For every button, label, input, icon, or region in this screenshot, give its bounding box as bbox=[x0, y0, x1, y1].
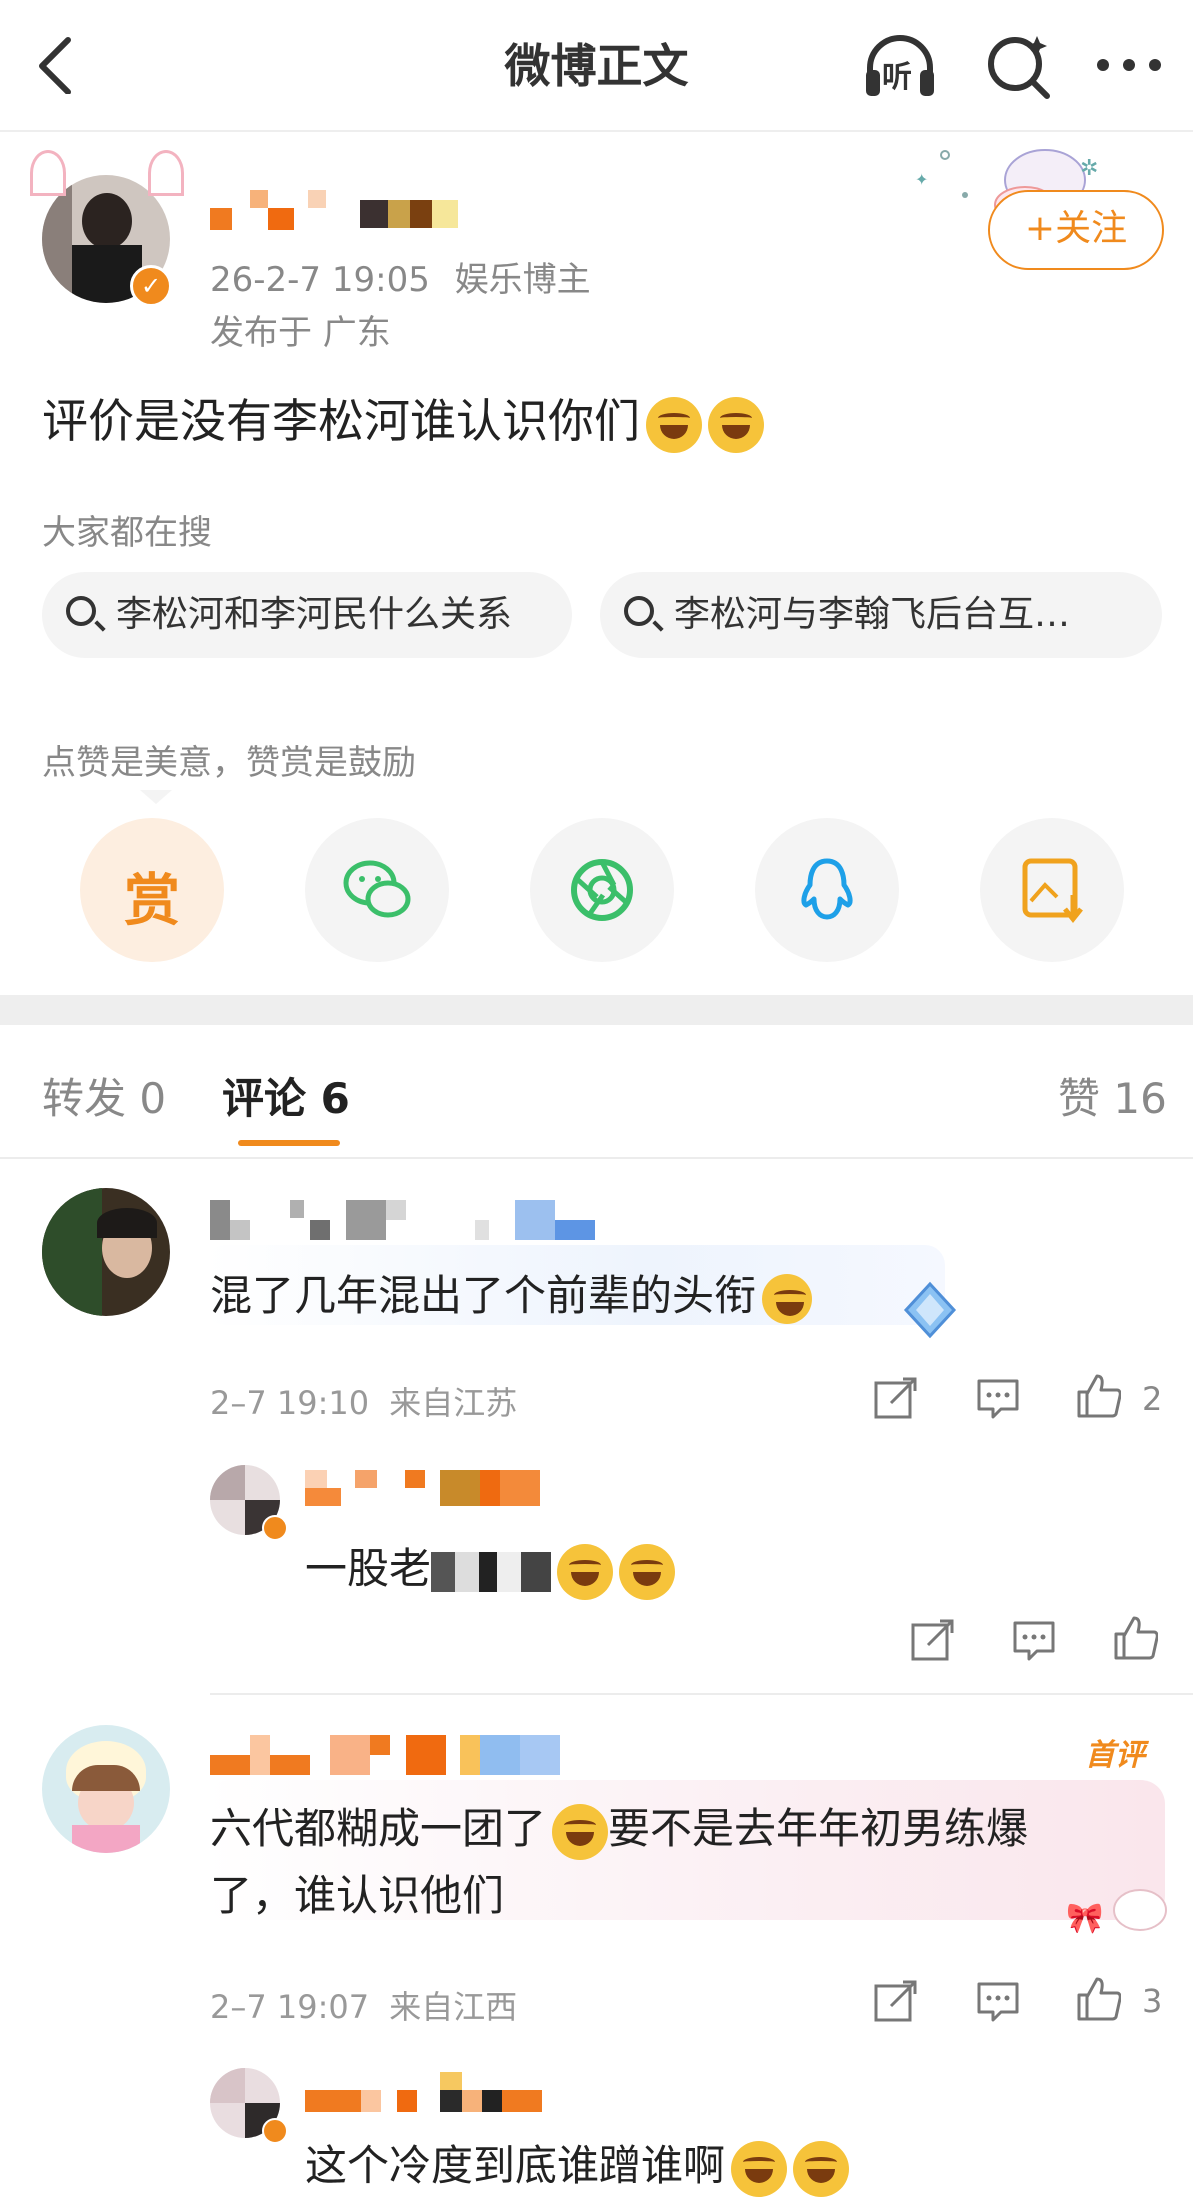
more-icon[interactable] bbox=[1095, 55, 1165, 75]
follow-button[interactable]: +关注 bbox=[988, 190, 1164, 270]
chip-label: 李松河和李河民什么关系 bbox=[116, 594, 513, 635]
post-location: 发布于 广东 bbox=[210, 313, 391, 353]
comment-time: 2–7 19:07 bbox=[210, 1988, 370, 2026]
moments-icon bbox=[571, 859, 633, 921]
tabs-divider bbox=[0, 1157, 1193, 1159]
crying-emoji-icon bbox=[552, 1803, 609, 1860]
reply-text-content: 这个冷度到底谁蹭谁啊 bbox=[305, 2141, 726, 2190]
bunny-ear-right bbox=[148, 150, 184, 196]
post-meta: 26-2-7 19:05 娱乐博主 bbox=[210, 252, 591, 301]
laugh-cry-emoji-icon bbox=[619, 1543, 676, 1600]
reply-icon[interactable] bbox=[1011, 1617, 1057, 1663]
like-icon[interactable] bbox=[1075, 1372, 1121, 1418]
post-time: 26-2-7 19:05 bbox=[210, 260, 430, 300]
verified-badge-icon: ✓ bbox=[130, 265, 172, 307]
svg-text:✦: ✦ bbox=[915, 170, 928, 189]
first-comment-badge: 首评 bbox=[1085, 1738, 1145, 1773]
diamond-icon bbox=[903, 1281, 957, 1339]
verified-badge-icon bbox=[262, 1515, 288, 1541]
laugh-cry-emoji-icon bbox=[557, 1543, 614, 1600]
comment-text-content: 混了几年混出了个前辈的头衔 bbox=[210, 1271, 757, 1320]
author-name-pixelated[interactable] bbox=[210, 190, 460, 230]
search-icon bbox=[66, 596, 96, 626]
like-count: 2 bbox=[1142, 1380, 1163, 1418]
svg-text:✲: ✲ bbox=[1080, 156, 1098, 181]
commenter-avatar[interactable] bbox=[42, 1188, 170, 1316]
reply-text: 一股老 bbox=[305, 1535, 676, 1600]
hint-pointer bbox=[140, 790, 172, 804]
repost-icon[interactable] bbox=[873, 1978, 919, 2024]
post-text: 评价是没有李松河谁认识你们 bbox=[42, 385, 764, 453]
save-image-icon bbox=[1022, 858, 1083, 924]
like-icon[interactable] bbox=[1112, 1614, 1158, 1660]
laugh-cry-emoji-icon bbox=[646, 396, 702, 453]
tab-indicator bbox=[238, 1140, 340, 1146]
tab-repost[interactable]: 转发 0 bbox=[42, 1065, 166, 1126]
pixelated-text-icon bbox=[431, 1551, 552, 1592]
sticker-decoration-icon: 🎀 bbox=[1066, 1889, 1167, 1936]
like-icon[interactable] bbox=[1075, 1975, 1121, 2021]
top-bar: 微博正文 听 bbox=[0, 0, 1193, 132]
commenter-name-pixelated[interactable] bbox=[210, 1735, 630, 1775]
hot-search-chip[interactable]: 李松河和李河民什么关系 bbox=[42, 572, 572, 658]
commenter-avatar[interactable] bbox=[42, 1725, 170, 1853]
chip-label: 李松河与李翰飞后台互… bbox=[674, 594, 1071, 635]
reward-icon: 赏 bbox=[124, 869, 180, 934]
laugh-cry-emoji-icon bbox=[793, 2140, 850, 2197]
comment-time: 2–7 19:10 bbox=[210, 1384, 370, 1422]
comment-text-part: 要不是去年年初男练爆 bbox=[608, 1804, 1029, 1853]
comment-location: 来自江西 bbox=[389, 1988, 518, 2026]
reply-icon[interactable] bbox=[975, 1978, 1021, 2024]
search-icon bbox=[624, 596, 654, 626]
search-icon[interactable] bbox=[985, 32, 1055, 102]
author-tag: 娱乐博主 bbox=[454, 260, 591, 300]
hot-search-chip[interactable]: 李松河与李翰飞后台互… bbox=[600, 572, 1162, 658]
listen-button[interactable]: 听 bbox=[860, 30, 934, 100]
reply-name-pixelated[interactable] bbox=[305, 2072, 565, 2112]
bunny-ear-left bbox=[30, 150, 66, 196]
comment-text-line2: 了，谁认识他们 bbox=[210, 1871, 505, 1920]
verified-badge-icon bbox=[262, 2118, 288, 2144]
section-separator bbox=[0, 995, 1193, 1025]
comment-text-part: 六代都糊成一团了 bbox=[210, 1804, 547, 1853]
reply-name-pixelated[interactable] bbox=[305, 1470, 555, 1510]
like-count: 3 bbox=[1142, 1982, 1163, 2020]
hot-search-label: 大家都在搜 bbox=[42, 513, 212, 553]
comment-text-line1: 六代都糊成一团了 要不是去年年初男练爆 bbox=[210, 1795, 1028, 1860]
comment-text: 混了几年混出了个前辈的头衔 bbox=[210, 1262, 813, 1324]
qq-icon bbox=[801, 858, 853, 920]
comment-meta: 2–7 19:10 来自江苏 bbox=[210, 1378, 517, 1424]
laugh-cry-emoji-icon bbox=[708, 396, 764, 453]
comment-divider bbox=[210, 1693, 1193, 1695]
post-text-content: 评价是没有李松河谁认识你们 bbox=[42, 394, 640, 448]
listen-label: 听 bbox=[882, 60, 912, 95]
repost-icon[interactable] bbox=[873, 1375, 919, 1421]
reply-text-content: 一股老 bbox=[305, 1544, 432, 1593]
reply-icon[interactable] bbox=[975, 1375, 1021, 1421]
reply-text: 这个冷度到底谁蹭谁啊 bbox=[305, 2132, 850, 2197]
tab-comment[interactable]: 评论 6 bbox=[222, 1065, 350, 1126]
tab-like[interactable]: 赞 16 bbox=[1058, 1065, 1167, 1126]
comment-location: 来自江苏 bbox=[389, 1384, 518, 1422]
share-qq-button[interactable] bbox=[755, 818, 899, 962]
reward-hint: 点赞是美意，赞赏是鼓励 bbox=[42, 743, 416, 783]
save-image-button[interactable] bbox=[980, 818, 1124, 962]
reward-button[interactable]: 赏 bbox=[80, 818, 224, 962]
commenter-name-pixelated[interactable] bbox=[210, 1200, 610, 1240]
svg-text:🎀: 🎀 bbox=[1066, 1901, 1103, 1936]
cover-mouth-emoji-icon bbox=[762, 1273, 813, 1324]
share-wechat-button[interactable] bbox=[305, 818, 449, 962]
share-moments-button[interactable] bbox=[530, 818, 674, 962]
wechat-icon bbox=[343, 860, 411, 918]
repost-icon[interactable] bbox=[910, 1617, 956, 1663]
comment-meta: 2–7 19:07 来自江西 bbox=[210, 1982, 517, 2028]
laugh-cry-emoji-icon bbox=[731, 2140, 788, 2197]
